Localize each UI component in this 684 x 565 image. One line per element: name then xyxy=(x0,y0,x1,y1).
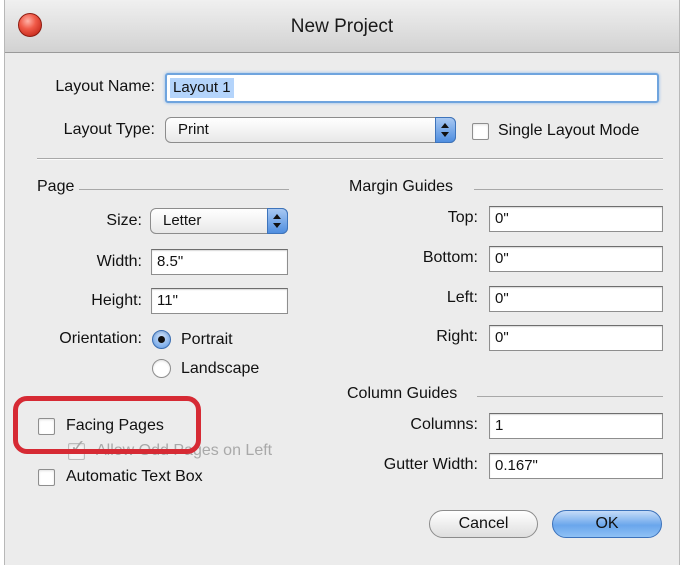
orientation-label: Orientation: xyxy=(59,330,142,347)
single-layout-mode-checkbox[interactable] xyxy=(472,123,489,140)
portrait-label: Portrait xyxy=(181,331,233,348)
columns-label: Columns: xyxy=(410,416,478,433)
margin-right-label: Right: xyxy=(436,328,478,345)
margin-right-input[interactable]: 0" xyxy=(489,325,663,351)
margin-bottom-input[interactable]: 0" xyxy=(489,246,663,272)
width-input[interactable]: 8.5" xyxy=(151,249,288,275)
layout-type-select[interactable]: Print xyxy=(165,117,456,143)
height-input[interactable]: 11" xyxy=(151,288,288,314)
margin-guides-rule xyxy=(474,189,663,190)
layout-name-value: Layout 1 xyxy=(170,78,234,98)
margin-left-label: Left: xyxy=(446,289,478,306)
size-value: Letter xyxy=(163,212,202,229)
dialog-window: New Project Layout Name: Layout 1 Layout… xyxy=(4,0,680,565)
width-label: Width: xyxy=(96,253,142,270)
margin-bottom-label: Bottom: xyxy=(422,249,478,266)
automatic-text-box-checkbox[interactable] xyxy=(38,469,55,486)
size-label: Size: xyxy=(106,212,142,229)
columns-input[interactable]: 1 xyxy=(489,413,663,439)
page-section-label: Page xyxy=(37,178,75,195)
layout-name-input[interactable]: Layout 1 xyxy=(165,73,659,103)
landscape-label: Landscape xyxy=(181,360,260,377)
chevron-updown-icon xyxy=(435,117,456,143)
cancel-button[interactable]: Cancel xyxy=(429,510,538,538)
single-layout-mode-label: Single Layout Mode xyxy=(498,122,640,139)
title-bar: New Project xyxy=(5,0,679,53)
landscape-radio[interactable] xyxy=(152,359,171,378)
gutter-width-input[interactable]: 0.167" xyxy=(489,453,663,479)
layout-type-label: Layout Type: xyxy=(63,121,155,138)
margin-left-input[interactable]: 0" xyxy=(489,286,663,312)
page-section-rule xyxy=(79,189,289,190)
highlight-annotation xyxy=(13,396,201,454)
automatic-text-box-label: Automatic Text Box xyxy=(66,468,203,485)
margin-top-label: Top: xyxy=(447,209,478,226)
gutter-width-label: Gutter Width: xyxy=(383,456,478,473)
margin-guides-section-label: Margin Guides xyxy=(349,178,454,195)
separator xyxy=(37,158,663,160)
column-guides-rule xyxy=(477,396,663,397)
window-title: New Project xyxy=(290,16,394,37)
ok-button[interactable]: OK xyxy=(552,510,662,538)
column-guides-section-label: Column Guides xyxy=(347,385,458,402)
size-select[interactable]: Letter xyxy=(150,208,288,234)
margin-top-input[interactable]: 0" xyxy=(489,206,663,232)
height-label: Height: xyxy=(91,292,142,309)
layout-type-value: Print xyxy=(178,121,209,138)
portrait-radio[interactable] xyxy=(152,330,171,349)
chevron-updown-icon xyxy=(267,208,288,234)
layout-name-label: Layout Name: xyxy=(55,78,155,95)
